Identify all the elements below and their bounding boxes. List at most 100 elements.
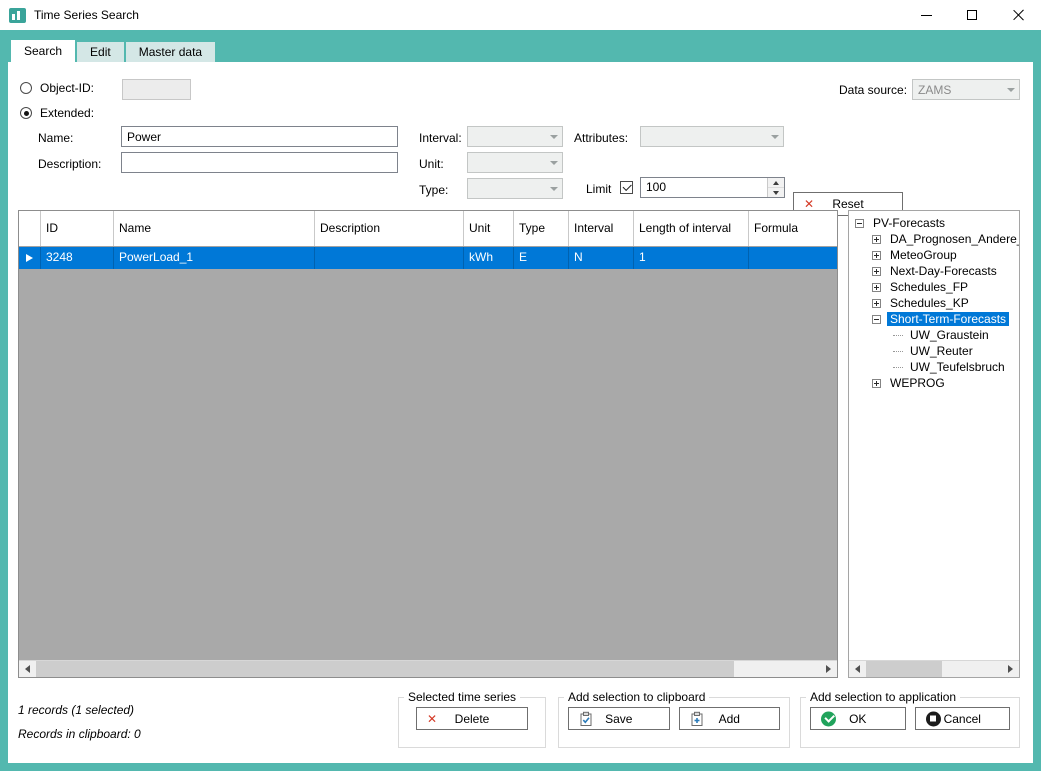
tree-item-schedules-kp[interactable]: Schedules_KP	[849, 295, 1019, 311]
object-id-input[interactable]	[122, 79, 191, 100]
column-header-formula[interactable]: Formula	[749, 211, 837, 246]
delete-x-icon	[427, 713, 437, 725]
cell-length-of-interval: 1	[634, 247, 749, 269]
tree-item-meteogroup[interactable]: MeteoGroup	[849, 247, 1019, 263]
limit-value: 100	[646, 180, 667, 194]
close-button[interactable]	[995, 0, 1041, 30]
add-button[interactable]: Add	[678, 707, 780, 730]
collapse-icon[interactable]	[855, 218, 864, 228]
column-header-name[interactable]: Name	[114, 211, 315, 246]
close-icon	[1012, 9, 1024, 21]
tree-item-pv-forecasts[interactable]: PV-Forecasts	[849, 215, 1019, 231]
tree-item-uw-graustein[interactable]: UW_Graustein	[849, 327, 1019, 343]
minimize-button[interactable]	[903, 0, 949, 30]
delete-button[interactable]: Delete	[416, 707, 528, 730]
selected-group-label: Selected time series	[408, 690, 517, 704]
scroll-right-icon[interactable]	[1002, 661, 1019, 677]
scrollbar-thumb[interactable]	[36, 661, 734, 677]
column-header-unit[interactable]: Unit	[464, 211, 514, 246]
clipboard-status: Records in clipboard: 0	[18, 727, 141, 741]
minimize-icon	[920, 14, 932, 16]
chevron-down-icon	[1002, 80, 1019, 99]
tab-edit[interactable]: Edit	[77, 42, 124, 62]
cancel-button[interactable]: Cancel	[914, 707, 1010, 730]
tab-master-data[interactable]: Master data	[125, 42, 216, 62]
titlebar: Time Series Search	[0, 0, 1041, 30]
unit-label: Unit:	[419, 157, 444, 171]
description-label: Description:	[38, 157, 102, 171]
tree-item-next-day-forecasts[interactable]: Next-Day-Forecasts	[849, 263, 1019, 279]
grid-horizontal-scrollbar[interactable]	[19, 660, 837, 677]
tree-item-uw-teufelsbruch[interactable]: UW_Teufelsbruch	[849, 359, 1019, 375]
clipboard-group: Add selection to clipboard Save Add	[558, 690, 790, 748]
tree-item-short-term-forecasts[interactable]: Short-Term-Forecasts	[849, 311, 1019, 327]
limit-input[interactable]: 100	[640, 177, 785, 198]
scrollbar-track[interactable]	[866, 661, 1002, 677]
expand-icon[interactable]	[872, 250, 881, 260]
scrollbar-thumb[interactable]	[866, 661, 943, 677]
limit-label: Limit	[586, 182, 612, 196]
tree-connector	[893, 350, 903, 352]
tree-body: PV-Forecasts DA_Prognosen_Andere_ MeteoG…	[849, 211, 1019, 660]
cell-name: PowerLoad_1	[114, 247, 315, 269]
expand-icon[interactable]	[872, 266, 881, 276]
maximize-icon	[967, 10, 977, 20]
description-input[interactable]	[121, 152, 398, 173]
extended-radio[interactable]: Extended:	[20, 106, 94, 120]
type-select[interactable]	[467, 178, 563, 199]
spin-down-button[interactable]	[768, 188, 784, 197]
expand-icon[interactable]	[872, 282, 881, 292]
expand-icon[interactable]	[872, 234, 881, 244]
maximize-button[interactable]	[949, 0, 995, 30]
expand-icon[interactable]	[872, 378, 881, 388]
column-header-length-of-interval[interactable]: Length of interval	[634, 211, 749, 246]
tree-item-schedules-fp[interactable]: Schedules_FP	[849, 279, 1019, 295]
cancel-stop-icon	[925, 711, 941, 726]
cell-id: 3248	[41, 247, 114, 269]
scrollbar-track[interactable]	[36, 661, 820, 677]
tree-connector	[893, 366, 903, 368]
interval-select[interactable]	[467, 126, 563, 147]
grid-row-selected[interactable]: 3248 PowerLoad_1 kWh E N 1	[19, 247, 837, 269]
data-source-select[interactable]: ZAMS	[912, 79, 1020, 100]
tree-horizontal-scrollbar[interactable]	[849, 660, 1019, 677]
tree-item-da-prognosen-andere[interactable]: DA_Prognosen_Andere_	[849, 231, 1019, 247]
clipboard-group-label: Add selection to clipboard	[568, 690, 706, 704]
scroll-right-icon[interactable]	[820, 661, 837, 677]
expand-icon[interactable]	[872, 298, 881, 308]
extended-label: Extended:	[40, 106, 95, 120]
scroll-left-icon[interactable]	[849, 661, 866, 677]
row-selector-icon	[26, 254, 33, 262]
unit-select[interactable]	[467, 152, 563, 173]
limit-checkbox[interactable]	[620, 181, 633, 194]
application-group-label: Add selection to application	[810, 690, 957, 704]
attributes-select[interactable]	[640, 126, 784, 147]
radio-checked-icon	[20, 107, 32, 119]
tree-connector	[893, 334, 903, 336]
ok-button[interactable]: OK	[810, 707, 906, 730]
tree-item-uw-reuter[interactable]: UW_Reuter	[849, 343, 1019, 359]
tree-item-weprog[interactable]: WEPROG	[849, 375, 1019, 391]
type-label: Type:	[419, 183, 449, 197]
name-input[interactable]	[121, 126, 398, 147]
object-id-radio[interactable]: Object-ID:	[20, 81, 94, 95]
clipboard-plus-icon	[690, 711, 704, 726]
name-label: Name:	[38, 131, 74, 145]
column-header-type[interactable]: Type	[514, 211, 569, 246]
ok-check-icon	[821, 711, 836, 726]
data-source-value: ZAMS	[918, 82, 952, 97]
column-header-interval[interactable]: Interval	[569, 211, 634, 246]
grid-empty-area	[19, 269, 837, 660]
column-header-description[interactable]: Description	[315, 211, 464, 246]
column-header-id[interactable]: ID	[41, 211, 114, 246]
selected-time-series-group: Selected time series Delete	[398, 690, 546, 748]
save-button[interactable]: Save	[568, 707, 670, 730]
chevron-down-icon	[766, 127, 783, 146]
object-id-label: Object-ID:	[40, 81, 95, 95]
spin-up-button[interactable]	[768, 178, 784, 188]
scroll-left-icon[interactable]	[19, 661, 36, 677]
collapse-icon[interactable]	[872, 314, 881, 324]
reset-x-icon	[804, 198, 814, 210]
search-panel: Object-ID: Data source: ZAMS Extended: N…	[8, 62, 1033, 763]
tab-search[interactable]: Search	[11, 40, 76, 62]
